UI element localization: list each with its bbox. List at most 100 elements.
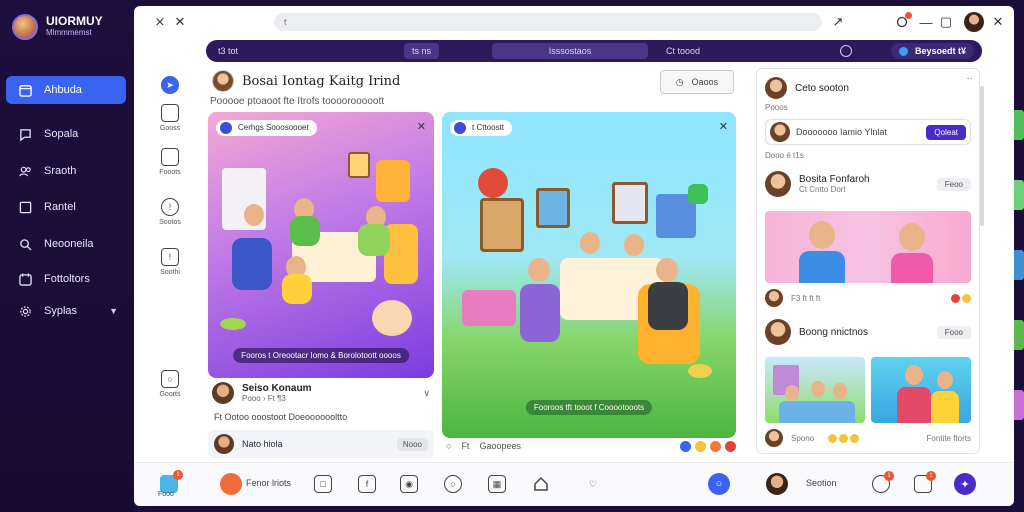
chat-icon[interactable]: 1 xyxy=(914,471,936,493)
toolbar-segment[interactable]: ts ns xyxy=(404,43,440,59)
sidebar-item-label: Sraoth xyxy=(44,165,77,177)
avatar[interactable] xyxy=(766,473,788,495)
toolbar-pill[interactable]: Beysoedt t¥ xyxy=(891,43,974,59)
friends-label[interactable]: Fenor lriots xyxy=(246,478,291,488)
avatar[interactable] xyxy=(964,12,984,32)
add-icon[interactable]: ✦ xyxy=(954,473,976,495)
more-icon[interactable]: ·· xyxy=(966,73,973,84)
reactions[interactable] xyxy=(828,433,860,443)
post-author[interactable]: Boong nnictnos xyxy=(799,327,868,338)
illustration-frame xyxy=(612,182,648,224)
post-card-image[interactable]: Cerhgs Sooosoooet ✕ Fooros t Oreootacr I… xyxy=(208,112,434,378)
author-name[interactable]: Seiso Konaum xyxy=(242,383,311,394)
sidebar-item-rantel[interactable]: Rantel xyxy=(6,193,126,221)
scrollbar[interactable] xyxy=(980,86,984,226)
avatar[interactable] xyxy=(212,382,234,404)
sidebar-item-sraoth[interactable]: Sraoth xyxy=(6,157,126,185)
reactions[interactable] xyxy=(951,293,971,303)
avatar[interactable] xyxy=(765,319,791,345)
rail-item-home[interactable]: ➤ xyxy=(154,76,186,97)
rail-item-fooots[interactable]: Fooots xyxy=(154,148,186,176)
follow-pill[interactable]: Fooo xyxy=(936,325,971,339)
expand-icon[interactable]: ↗ xyxy=(830,14,846,30)
illustration-frame xyxy=(536,188,570,228)
illustration-dog xyxy=(372,300,412,336)
rail-label: Sootos xyxy=(159,219,181,226)
chevron-down-icon[interactable]: ▼ xyxy=(109,306,118,316)
toolbar-segment[interactable]: Isssostaos xyxy=(492,43,648,59)
message-icon[interactable]: □ xyxy=(314,475,332,493)
sidebar-item-syplas[interactable]: Syplas ▼ xyxy=(6,297,126,325)
illustration-head xyxy=(580,232,600,254)
card-caption: Fooros t Oreootacr Iomo & Borolotoott oo… xyxy=(233,348,409,363)
post-title: Bosai Iontag Kaitg Irind xyxy=(242,73,401,89)
reply-label[interactable]: Gaoopees xyxy=(479,441,521,451)
panel-post-image[interactable] xyxy=(765,357,865,423)
avatar[interactable] xyxy=(765,77,787,99)
card-chip[interactable]: t Cttoostt xyxy=(450,120,513,136)
close-icon[interactable]: ✕ xyxy=(172,14,188,30)
home-icon[interactable] xyxy=(532,475,550,493)
facebook-icon[interactable]: f xyxy=(358,475,376,493)
notifications-icon[interactable] xyxy=(894,12,912,30)
chevron-down-icon[interactable]: ∨ xyxy=(423,388,430,399)
reactions[interactable] xyxy=(680,440,736,452)
user-label[interactable]: Seotion xyxy=(806,478,837,488)
toolbar-segment[interactable]: Ct toood xyxy=(658,43,708,59)
messenger-icon[interactable]: ○ xyxy=(708,473,730,495)
illustration-group xyxy=(779,401,855,423)
sidebar-item-label: Fottoltors xyxy=(44,273,90,285)
sidebar-item-fottoltors[interactable]: Fottoltors xyxy=(6,265,126,293)
toolbar-left[interactable]: t3 tot xyxy=(210,43,246,59)
avatar[interactable] xyxy=(212,70,234,92)
sidebar-item-ahbuda[interactable]: Ahbuda xyxy=(6,76,126,104)
rail-item-goorts[interactable]: ○ Goorts xyxy=(154,370,186,398)
rail-item-gooss[interactable]: Gooss xyxy=(154,104,186,132)
illustration-person xyxy=(891,253,933,283)
bell-icon[interactable]: 1 xyxy=(872,471,894,493)
maximize-icon[interactable]: ▢ xyxy=(938,14,954,30)
post-card-image[interactable]: t Cttoostt ✕ Fooroos tft tooot f Cooooto… xyxy=(442,112,736,438)
calendar-icon xyxy=(18,272,32,286)
notification-badge: 1 xyxy=(926,471,936,481)
close-icon[interactable]: ✕ xyxy=(417,120,426,133)
follow-pill[interactable]: Feoo xyxy=(936,177,971,191)
panel-meta: Dooo é t1s xyxy=(765,151,804,160)
map-icon[interactable]: ▦ xyxy=(488,475,506,493)
panel-input-row[interactable]: Dooooooo Iamio Ylnlat Qoleat xyxy=(765,119,971,145)
submit-button[interactable]: Qoleat xyxy=(926,124,966,140)
panel-post-image[interactable] xyxy=(765,211,971,283)
comment-pill[interactable]: Nooo xyxy=(396,437,428,451)
avatar[interactable] xyxy=(765,289,783,307)
post-author[interactable]: Bosita Fonfaroh xyxy=(799,174,870,185)
avatar[interactable] xyxy=(765,171,791,197)
avatar[interactable] xyxy=(220,473,242,495)
panel-post-image[interactable] xyxy=(871,357,971,423)
share-button[interactable]: ◷ Oaoos xyxy=(660,70,734,94)
shuffle-icon[interactable]: ⨯ xyxy=(152,14,168,30)
rail-item-soothi[interactable]: ! Soothi xyxy=(154,248,186,276)
illustration-head xyxy=(528,258,550,282)
card-chip[interactable]: Cerhgs Sooosoooet xyxy=(216,120,317,136)
avatar[interactable] xyxy=(765,429,783,447)
heart-icon xyxy=(725,440,736,452)
close-window-icon[interactable]: ✕ xyxy=(990,14,1006,30)
rail-item-sootos[interactable]: ! Sootos xyxy=(154,198,186,226)
sidebar-item-neooneila[interactable]: Neooneila xyxy=(6,230,126,258)
minimize-icon[interactable]: — xyxy=(918,14,934,30)
circle-icon[interactable] xyxy=(840,45,852,57)
close-icon[interactable]: ✕ xyxy=(719,120,728,133)
sidebar-item-label: Rantel xyxy=(44,201,76,213)
illustration-head xyxy=(833,383,847,399)
address-bar[interactable]: t xyxy=(274,13,822,31)
comment-icon[interactable]: ○ xyxy=(446,441,451,451)
avatar[interactable] xyxy=(214,434,234,454)
camera-icon[interactable]: ◉ xyxy=(400,475,418,493)
sidebar-item-sopala[interactable]: Sopala xyxy=(6,120,126,148)
sidebar-item-label: Ahbuda xyxy=(44,84,82,96)
chip-label: Cerhgs Sooosoooet xyxy=(238,123,309,132)
brand[interactable]: UIORMUY Mlmmmemst xyxy=(12,14,103,40)
chat-icon[interactable]: ○ xyxy=(444,475,462,493)
heart-icon[interactable]: ♡ xyxy=(584,475,602,493)
comment-row[interactable]: Nato hiola Nooo xyxy=(208,430,434,458)
